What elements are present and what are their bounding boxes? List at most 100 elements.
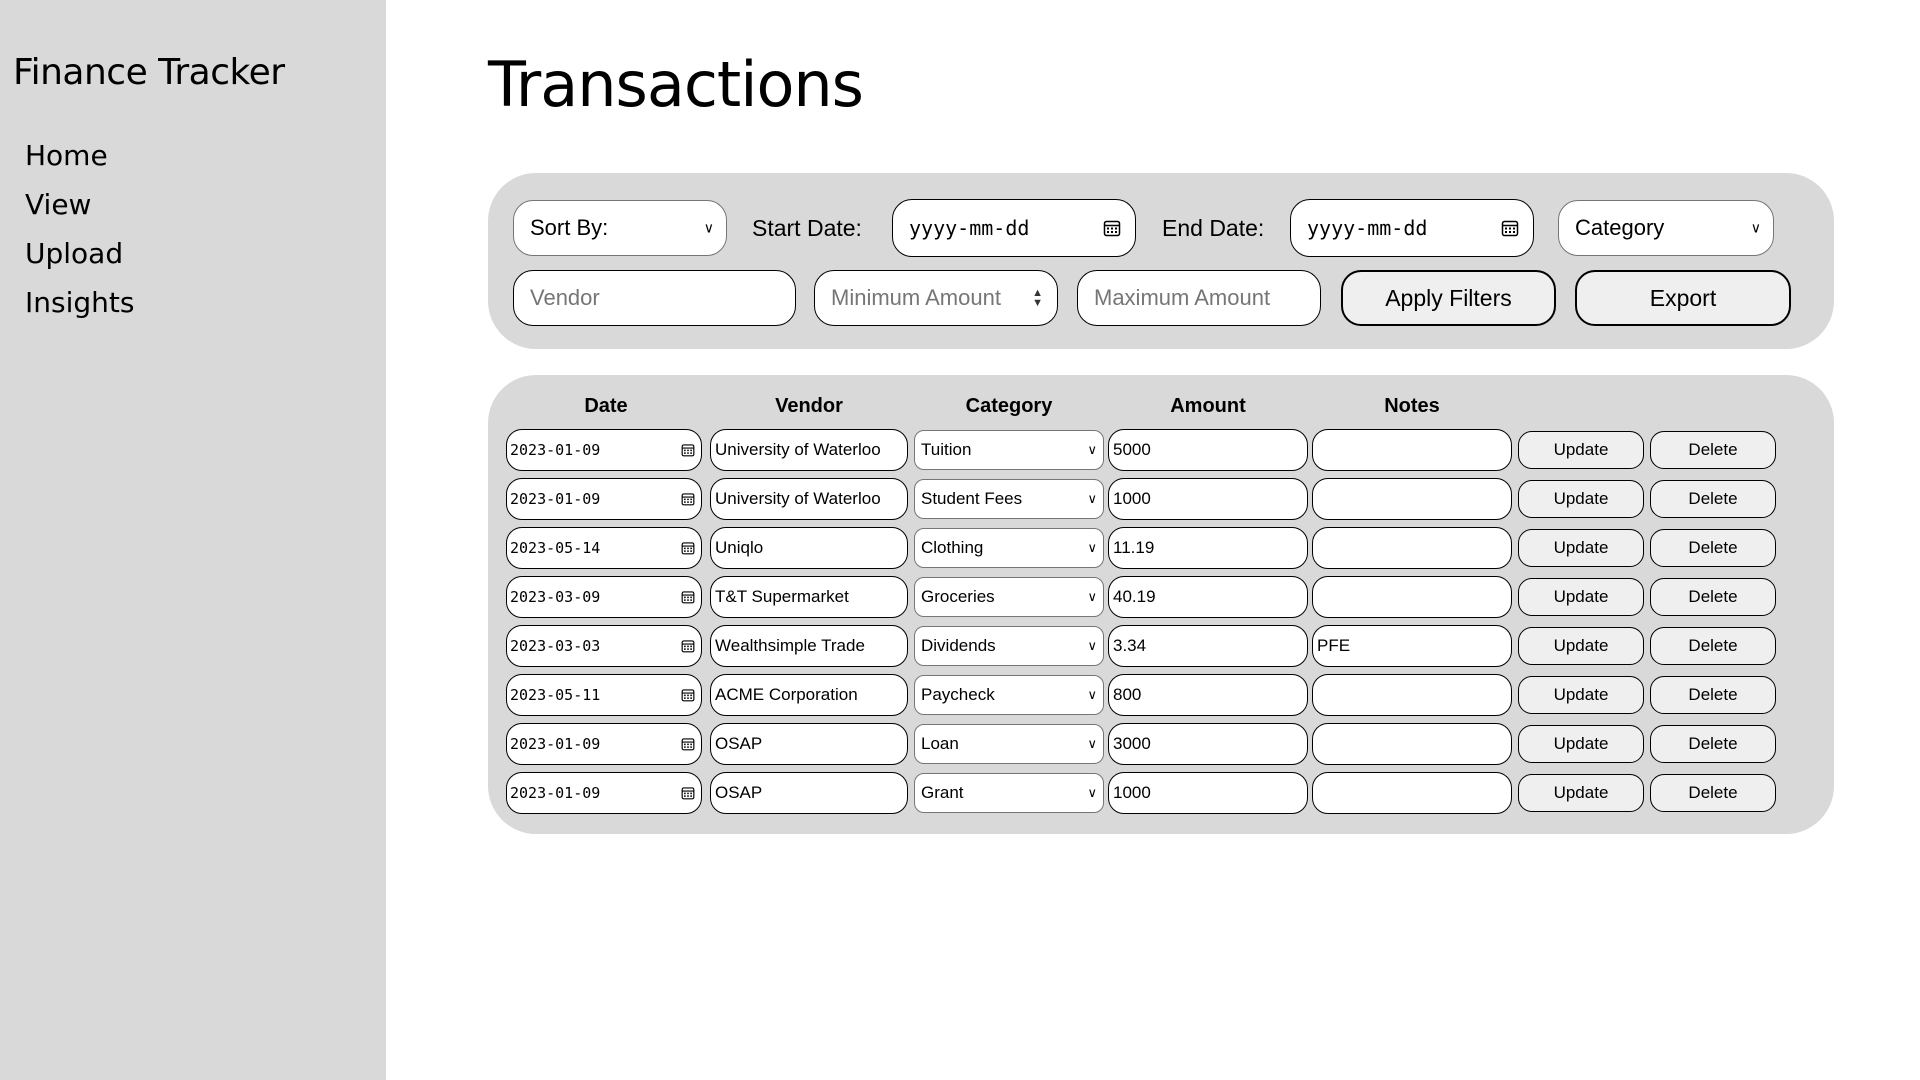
date-input[interactable]: 2023-01-09	[506, 723, 702, 765]
delete-button[interactable]: Delete	[1650, 725, 1776, 763]
calendar-icon[interactable]	[681, 688, 695, 702]
amount-field[interactable]: 3.34	[1108, 625, 1308, 667]
table-row: 2023-05-14 Uniqlo Clothing ∨ 11.19 Update Dele…	[488, 527, 1834, 569]
category-dropdown[interactable]: Paycheck ∨	[914, 675, 1104, 715]
category-select[interactable]: Category ∨	[1558, 200, 1774, 256]
nav-item-home[interactable]: Home	[25, 131, 134, 180]
amount-field[interactable]: 11.19	[1108, 527, 1308, 569]
table-row: 2023-03-09 T&T Supermarket Groceries ∨ 40.19…	[488, 576, 1834, 618]
update-button[interactable]: Update	[1518, 480, 1644, 518]
table-row: 2023-01-09 OSAP Loan ∨ 3000 Update Delete	[488, 723, 1834, 765]
calendar-icon[interactable]	[681, 590, 695, 604]
date-input[interactable]: 2023-01-09	[506, 772, 702, 814]
category-dropdown[interactable]: Clothing ∨	[914, 528, 1104, 568]
notes-field[interactable]	[1312, 429, 1512, 471]
notes-field[interactable]	[1312, 723, 1512, 765]
category-dropdown[interactable]: Grant ∨	[914, 773, 1104, 813]
calendar-icon[interactable]	[1501, 219, 1519, 237]
vendor-field[interactable]: University of Waterloo	[710, 478, 908, 520]
main-content: Transactions Sort By: ∨ Start Date: yyyy…	[386, 0, 1920, 1080]
notes-field[interactable]	[1312, 527, 1512, 569]
vendor-field[interactable]: OSAP	[710, 723, 908, 765]
table-row: 2023-01-09 OSAP Grant ∨ 1000 Update Delete	[488, 772, 1834, 814]
date-input[interactable]: 2023-05-11	[506, 674, 702, 716]
calendar-icon[interactable]	[681, 737, 695, 751]
date-value: 2023-05-14	[510, 539, 601, 557]
calendar-icon[interactable]	[681, 443, 695, 457]
sort-by-select[interactable]: Sort By: ∨	[513, 200, 727, 256]
calendar-icon[interactable]	[681, 541, 695, 555]
vendor-value: University of Waterloo	[715, 489, 881, 508]
category-value: Dividends	[921, 636, 996, 655]
category-value: Tuition	[921, 440, 972, 459]
amount-field[interactable]: 40.19	[1108, 576, 1308, 618]
start-date-input[interactable]: yyyy-mm-dd	[892, 199, 1136, 257]
date-input[interactable]: 2023-01-09	[506, 478, 702, 520]
delete-button[interactable]: Delete	[1650, 431, 1776, 469]
delete-button[interactable]: Delete	[1650, 774, 1776, 812]
table-row: 2023-01-09 University of Waterloo Tuition ∨…	[488, 429, 1834, 471]
notes-field[interactable]	[1312, 576, 1512, 618]
amount-field[interactable]: 800	[1108, 674, 1308, 716]
category-dropdown[interactable]: Groceries ∨	[914, 577, 1104, 617]
nav-item-upload[interactable]: Upload	[25, 229, 134, 278]
amount-field[interactable]: 5000	[1108, 429, 1308, 471]
calendar-icon[interactable]	[681, 639, 695, 653]
delete-button[interactable]: Delete	[1650, 480, 1776, 518]
maximum-amount-input[interactable]: Maximum Amount	[1077, 270, 1321, 326]
category-value: Paycheck	[921, 685, 995, 704]
update-button[interactable]: Update	[1518, 431, 1644, 469]
vendor-field[interactable]: Wealthsimple Trade	[710, 625, 908, 667]
nav-item-insights[interactable]: Insights	[25, 278, 134, 327]
delete-button[interactable]: Delete	[1650, 676, 1776, 714]
category-dropdown[interactable]: Tuition ∨	[914, 430, 1104, 470]
vendor-field[interactable]: T&T Supermarket	[710, 576, 908, 618]
update-button[interactable]: Update	[1518, 774, 1644, 812]
chevron-down-icon: ∨	[703, 219, 714, 236]
date-value: 2023-01-09	[510, 441, 601, 459]
table-row: 2023-05-11 ACME Corporation Paycheck ∨ 800 Up…	[488, 674, 1834, 716]
delete-button[interactable]: Delete	[1650, 529, 1776, 567]
date-input[interactable]: 2023-01-09	[506, 429, 702, 471]
amount-field[interactable]: 1000	[1108, 772, 1308, 814]
vendor-placeholder: Vendor	[530, 285, 600, 310]
calendar-icon[interactable]	[681, 786, 695, 800]
vendor-input[interactable]: Vendor	[513, 270, 796, 326]
category-dropdown[interactable]: Loan ∨	[914, 724, 1104, 764]
date-input[interactable]: 2023-03-03	[506, 625, 702, 667]
date-input[interactable]: 2023-03-09	[506, 576, 702, 618]
update-button[interactable]: Update	[1518, 725, 1644, 763]
nav-item-view[interactable]: View	[25, 180, 134, 229]
vendor-field[interactable]: ACME Corporation	[710, 674, 908, 716]
notes-field[interactable]: PFE	[1312, 625, 1512, 667]
update-button[interactable]: Update	[1518, 676, 1644, 714]
calendar-icon[interactable]	[681, 492, 695, 506]
vendor-value: ACME Corporation	[715, 685, 858, 704]
vendor-field[interactable]: Uniqlo	[710, 527, 908, 569]
amount-field[interactable]: 1000	[1108, 478, 1308, 520]
category-dropdown[interactable]: Student Fees ∨	[914, 479, 1104, 519]
notes-field[interactable]	[1312, 772, 1512, 814]
calendar-icon[interactable]	[1103, 219, 1121, 237]
notes-field[interactable]	[1312, 674, 1512, 716]
vendor-field[interactable]: University of Waterloo	[710, 429, 908, 471]
export-button[interactable]: Export	[1575, 270, 1791, 326]
notes-field[interactable]	[1312, 478, 1512, 520]
amount-value: 5000	[1113, 440, 1151, 459]
vendor-field[interactable]: OSAP	[710, 772, 908, 814]
spinner-arrows-icon[interactable]: ▲ ▼	[1032, 288, 1043, 309]
minimum-amount-input[interactable]: Minimum Amount ▲ ▼	[814, 270, 1058, 326]
delete-button[interactable]: Delete	[1650, 578, 1776, 616]
table-row: 2023-01-09 University of Waterloo Student …	[488, 478, 1834, 520]
update-button[interactable]: Update	[1518, 578, 1644, 616]
apply-filters-button[interactable]: Apply Filters	[1341, 270, 1556, 326]
end-date-input[interactable]: yyyy-mm-dd	[1290, 199, 1534, 257]
date-input[interactable]: 2023-05-14	[506, 527, 702, 569]
update-button[interactable]: Update	[1518, 529, 1644, 567]
update-button[interactable]: Update	[1518, 627, 1644, 665]
delete-button[interactable]: Delete	[1650, 627, 1776, 665]
amount-field[interactable]: 3000	[1108, 723, 1308, 765]
column-header-amount: Amount	[1170, 395, 1246, 417]
sidebar-nav: Home View Upload Insights	[25, 131, 134, 327]
category-dropdown[interactable]: Dividends ∨	[914, 626, 1104, 666]
